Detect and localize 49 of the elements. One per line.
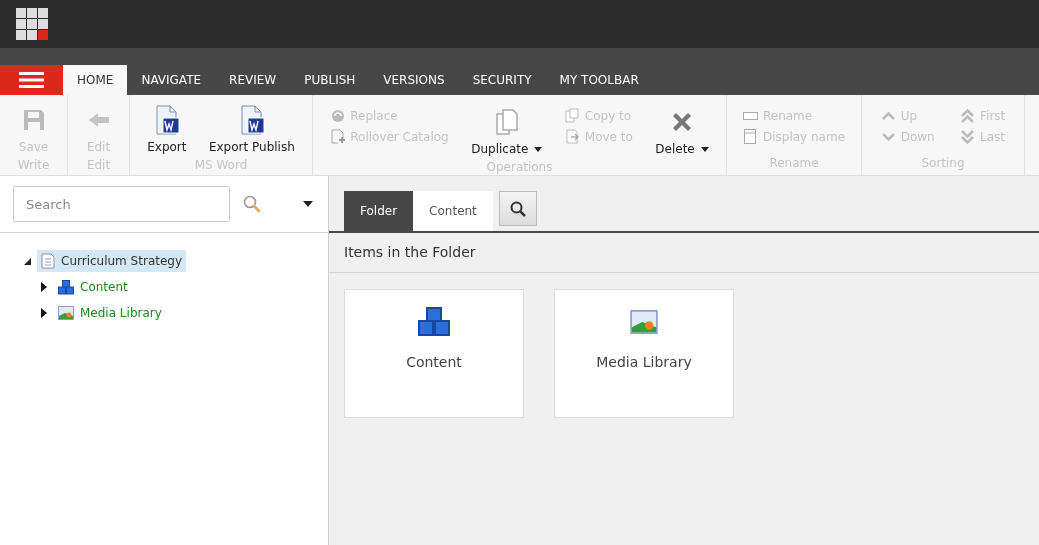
ribbon-tab[interactable]: REVIEW	[215, 65, 291, 95]
add-document-icon	[330, 129, 345, 144]
tree-item[interactable]: Curriculum Strategy	[37, 250, 187, 272]
collapse-arrow-icon[interactable]	[23, 257, 31, 265]
chevron-down-icon	[881, 132, 895, 141]
word-document-icon	[153, 105, 180, 135]
search-button[interactable]	[498, 191, 537, 226]
folder-tile[interactable]: Media Library	[554, 289, 734, 418]
window-icon	[744, 129, 757, 144]
search-icon[interactable]	[243, 195, 261, 213]
chevron-up-icon	[881, 111, 895, 120]
cubes-icon	[58, 279, 74, 295]
ribbon-tab[interactable]: SECURITY	[458, 65, 546, 95]
ribbon-button[interactable]: Export Publish	[208, 105, 295, 156]
move-document-icon	[564, 129, 580, 144]
menu-icon	[19, 72, 44, 88]
ribbon-tab[interactable]: NAVIGATE	[127, 65, 216, 95]
menu-button[interactable]	[0, 65, 63, 95]
expand-arrow-icon[interactable]	[41, 308, 47, 318]
copy-pages-icon	[494, 109, 519, 135]
ribbon-button[interactable]: Delete	[655, 105, 709, 158]
view-tab[interactable]: Content	[413, 191, 493, 231]
tree-item[interactable]: Content	[54, 276, 132, 298]
cubes-icon	[418, 306, 450, 338]
section-title: Items in the Folder	[344, 243, 476, 262]
image-icon	[58, 306, 74, 320]
ribbon-tab[interactable]: HOME	[63, 65, 128, 95]
double-chevron-up-icon	[961, 108, 975, 123]
ribbon-tab[interactable]: VERSIONS	[369, 65, 459, 95]
app-grid-logo[interactable]	[16, 8, 48, 40]
refresh-icon	[330, 108, 345, 123]
word-document-icon	[238, 105, 265, 135]
view-tab[interactable]: Folder	[344, 191, 414, 231]
document-icon	[41, 253, 55, 269]
ribbon-tab[interactable]: PUBLISH	[290, 65, 370, 95]
ribbon-tab[interactable]: MY TOOLBAR	[545, 65, 653, 95]
dropdown-caret-icon[interactable]	[303, 201, 313, 207]
tree-item[interactable]: Media Library	[54, 302, 166, 324]
ribbon-button[interactable]: Duplicate	[471, 105, 543, 158]
image-icon	[629, 310, 659, 334]
ribbon-button[interactable]: Export	[147, 105, 187, 156]
search-field[interactable]: Search	[13, 186, 230, 222]
expand-arrow-icon[interactable]	[41, 282, 47, 292]
copy-icon	[564, 108, 580, 123]
search-icon	[509, 200, 526, 217]
double-chevron-down-icon	[961, 129, 975, 144]
close-x-icon	[671, 111, 694, 133]
text-field-icon	[742, 111, 758, 120]
folder-tile[interactable]: Content	[344, 289, 524, 418]
